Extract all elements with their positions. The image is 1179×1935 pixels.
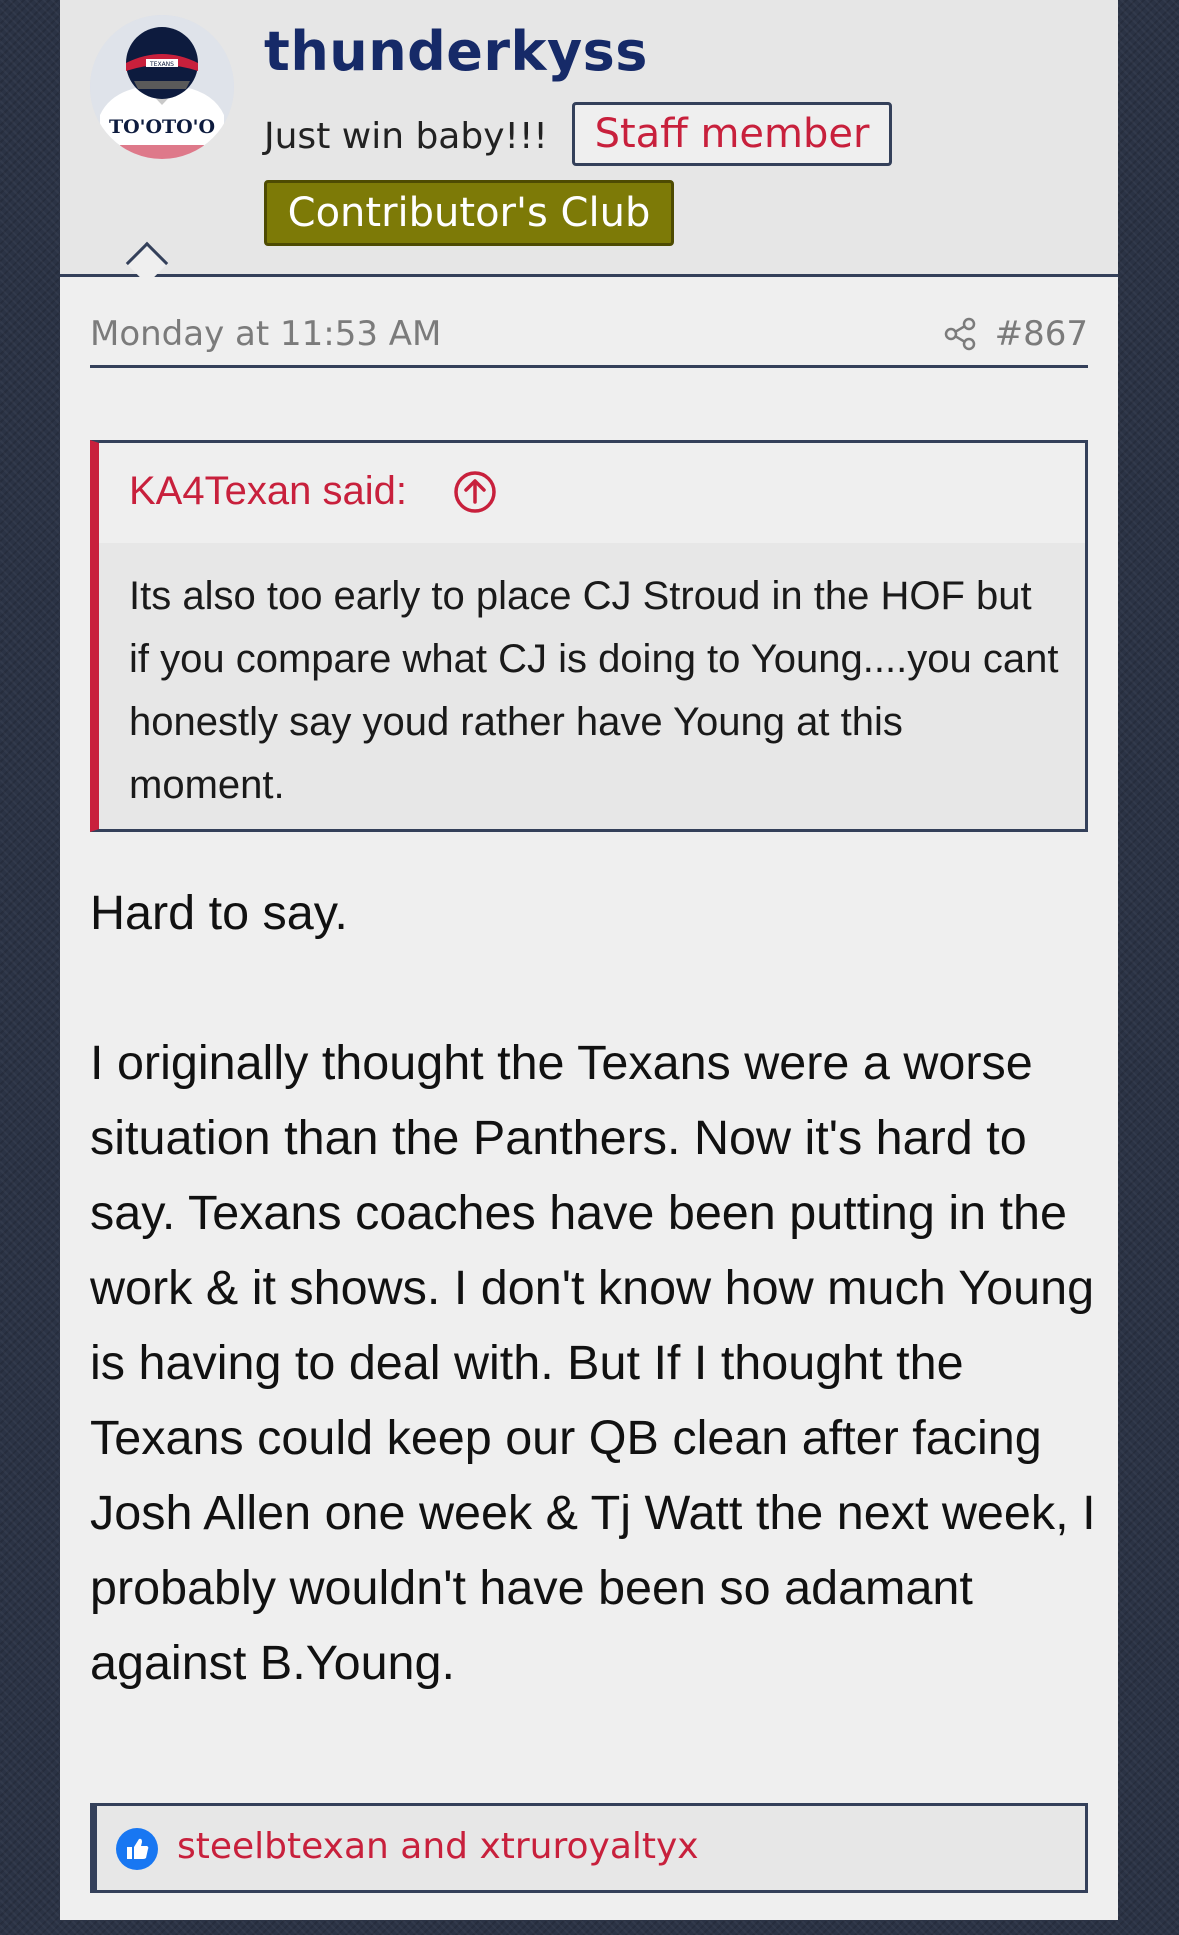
user-title: Just win baby!!! (264, 116, 548, 157)
staff-member-badge: Staff member (572, 102, 892, 166)
jersey-text: TO'OTO'O (109, 116, 215, 138)
user-header: TEXANS TO'OTO'O thunderkyss Just win bab… (60, 0, 1118, 277)
quote-header[interactable]: KA4Texan said: (99, 443, 1085, 543)
user-avatar[interactable]: TEXANS TO'OTO'O (90, 15, 234, 159)
contributors-club-badge: Contributor's Club (264, 180, 674, 246)
message-post: TEXANS TO'OTO'O thunderkyss Just win bab… (60, 0, 1118, 1920)
post-paragraph: Hard to say. (90, 886, 348, 940)
like-icon (115, 1827, 159, 1871)
reactions-bar: steelbtexan and xtruroyaltyx (90, 1803, 1088, 1893)
username-link[interactable]: thunderkyss (264, 20, 648, 83)
quote-author[interactable]: KA4Texan said: (129, 469, 407, 514)
quote-text: Its also too early to place CJ Stroud in… (129, 574, 1059, 807)
quote-block: KA4Texan said: Its also too early to pla… (90, 440, 1088, 832)
post-number-link[interactable]: #867 (995, 314, 1088, 354)
helmet-text: TEXANS (149, 61, 174, 68)
post-paragraph: I originally thought the Texans were a w… (90, 1036, 1096, 1690)
post-content: Hard to say. I originally thought the Te… (90, 876, 1100, 1701)
post-meta: Monday at 11:53 AM #867 (90, 300, 1088, 368)
post-date[interactable]: Monday at 11:53 AM (90, 314, 441, 354)
avatar-image: TEXANS TO'OTO'O (90, 15, 234, 159)
reaction-users-link[interactable]: steelbtexan and xtruroyaltyx (177, 1826, 699, 1867)
share-icon[interactable] (940, 314, 980, 354)
arrow-up-circle-icon[interactable] (453, 470, 497, 514)
